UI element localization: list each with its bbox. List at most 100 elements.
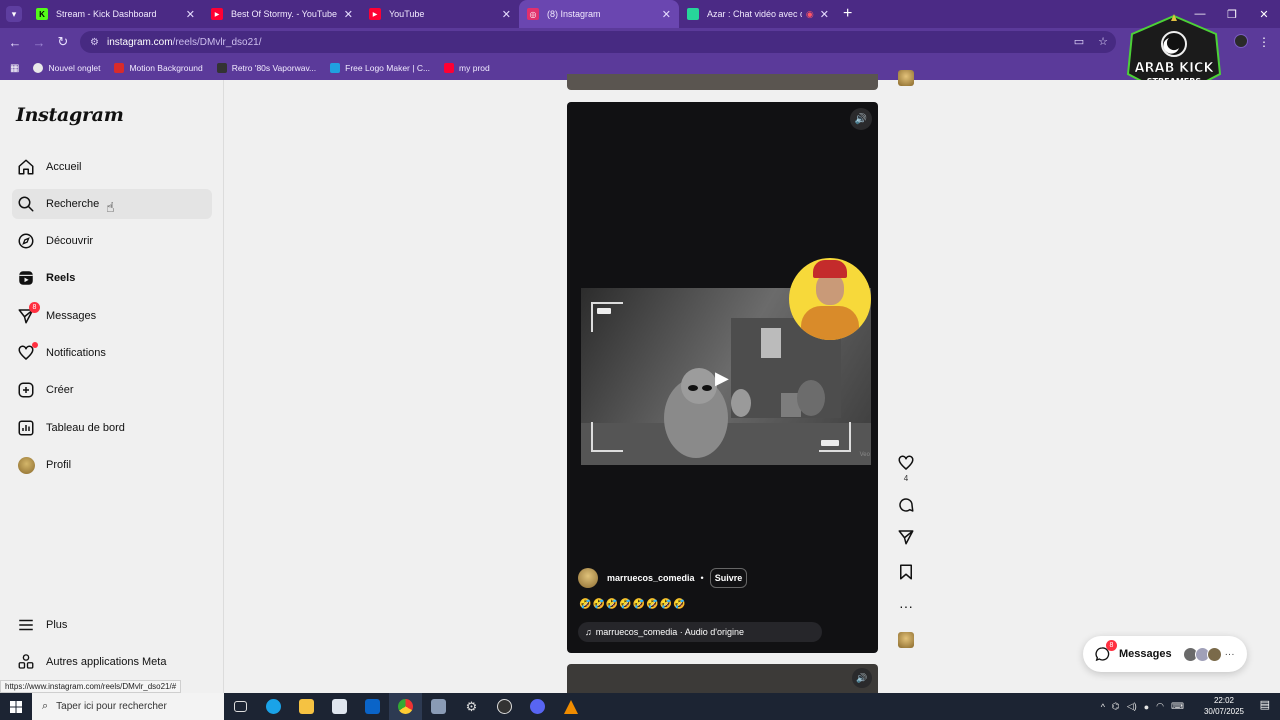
instagram-logo[interactable]: Instagram — [16, 104, 124, 126]
profile-avatar[interactable] — [1234, 34, 1248, 48]
file-explorer-icon[interactable] — [290, 693, 323, 720]
task-view-icon[interactable] — [224, 693, 257, 720]
bookmark-nouvel-onglet[interactable]: Nouvel onglet — [33, 63, 100, 73]
heart-icon — [16, 342, 38, 363]
reels-icon — [16, 268, 36, 288]
sidebar-item-notifications[interactable]: Notifications — [12, 338, 212, 368]
browser-menu-icon[interactable]: ⋮ — [1258, 35, 1270, 49]
new-tab-button[interactable]: + — [843, 5, 852, 23]
like-button[interactable]: 4 — [894, 454, 918, 483]
store-icon[interactable] — [323, 693, 356, 720]
close-icon[interactable]: ✕ — [344, 8, 353, 21]
sidebar-item-profil[interactable]: Profil — [12, 450, 212, 480]
camera-frame-corner — [591, 302, 623, 332]
close-window-icon[interactable]: ✕ — [1248, 8, 1280, 21]
sidebar-item-label: Plus — [46, 619, 68, 631]
language-icon[interactable]: ⌨ — [1171, 701, 1184, 712]
author-username[interactable]: marruecos_comedia — [607, 573, 695, 583]
follow-button[interactable]: Suivre — [709, 568, 748, 588]
save-button[interactable] — [894, 563, 918, 581]
sidebar-item-plus[interactable]: Plus — [12, 610, 212, 640]
bookmark-free-logo-maker[interactable]: Free Logo Maker | C... — [330, 63, 430, 73]
microphone-icon[interactable]: ● — [1144, 702, 1149, 712]
logo-text-top: ARAB KICK — [1134, 61, 1214, 76]
speaker-icon[interactable]: ◁) — [1127, 701, 1137, 712]
tab-label: Azar : Chat vidéo avec de n — [707, 9, 802, 19]
more-options-icon[interactable]: ··· — [894, 596, 918, 616]
sidebar-item-decouvrir[interactable]: Découvrir — [12, 226, 212, 256]
sidebar-item-tableau-de-bord[interactable]: Tableau de bord — [12, 413, 212, 443]
tab-best-of-stormy[interactable]: ▶ Best Of Stormy. - YouTube ✕ — [203, 0, 361, 28]
reaction-face-overlay — [789, 258, 871, 340]
sidebar-item-creer[interactable]: Créer — [12, 375, 212, 405]
share-icon — [898, 530, 914, 545]
previous-reel-preview[interactable] — [567, 74, 878, 90]
windows-start-button[interactable] — [0, 693, 32, 720]
sidebar-item-accueil[interactable]: Accueil — [12, 152, 212, 182]
clock[interactable]: 22:02 30/07/2025 — [1204, 695, 1244, 717]
discord-icon[interactable] — [521, 693, 554, 720]
tab-label: Best Of Stormy. - YouTube — [231, 9, 338, 19]
tab-instagram[interactable]: ◎ (8) Instagram ✕ — [519, 0, 679, 28]
home-icon — [16, 157, 36, 177]
obs-icon[interactable] — [488, 693, 521, 720]
photos-icon[interactable] — [422, 693, 455, 720]
chrome-icon[interactable] — [389, 693, 422, 720]
share-button[interactable] — [894, 528, 918, 546]
tab-youtube[interactable]: ▶ YouTube ✕ — [361, 0, 519, 28]
tab-kick-dashboard[interactable]: K Stream - Kick Dashboard ✕ — [28, 0, 203, 28]
wifi-icon[interactable]: ◠ — [1156, 701, 1164, 712]
tab-azar[interactable]: Azar : Chat vidéo avec de n ◉ ✕ — [679, 0, 837, 28]
retro-icon — [216, 63, 227, 73]
bookmark-label: Nouvel onglet — [48, 63, 101, 73]
bookmark-motion-background[interactable]: Motion Background — [114, 63, 203, 73]
sidebar-item-label: Recherche — [46, 198, 100, 210]
bookmark-star-icon[interactable]: ☆ — [1098, 35, 1108, 48]
taskbar-search-input[interactable]: ⌕ Taper ici pour rechercher — [32, 693, 224, 720]
outlook-icon[interactable] — [356, 693, 389, 720]
motion-icon — [114, 63, 125, 73]
apps-grid-icon[interactable]: ▦ — [10, 63, 19, 74]
address-bar[interactable]: ⚙ instagram.com/reels/DMvlr_dso21/ ▭ ☆ — [80, 31, 1116, 53]
battery-icon — [821, 440, 839, 446]
forward-icon[interactable]: → — [27, 35, 51, 50]
youtube-icon — [444, 63, 455, 73]
top-reel-avatar[interactable] — [894, 70, 918, 86]
system-tray: ^ ⌬ ◁) ● ◠ ⌨ — [1101, 693, 1184, 720]
audio-thumbnail[interactable] — [894, 632, 918, 648]
vlc-icon[interactable] — [554, 693, 587, 720]
azar-icon — [687, 8, 699, 20]
close-icon[interactable]: ✕ — [662, 8, 671, 21]
close-icon[interactable]: ✕ — [820, 8, 829, 21]
volume-icon[interactable]: 🔊 — [850, 108, 872, 130]
network-icon[interactable]: ⌬ — [1112, 701, 1120, 712]
notification-center-icon[interactable]: ▤ — [1260, 698, 1270, 711]
messages-pill[interactable]: 8 Messages ··· — [1083, 636, 1247, 672]
sidebar-item-reels[interactable]: Reels — [12, 263, 212, 293]
volume-icon[interactable]: 🔊 — [852, 668, 872, 688]
cast-icon[interactable]: ▭ — [1074, 35, 1084, 48]
sidebar-item-meta-apps[interactable]: Autres applications Meta — [12, 647, 212, 677]
more-icon: ··· — [1224, 648, 1235, 660]
reload-icon[interactable]: ↻ — [51, 34, 75, 50]
next-reel-preview[interactable]: 🔊 — [567, 664, 878, 693]
url-host: instagram.com — [106, 36, 173, 48]
tab-search-button[interactable]: ▾ — [6, 6, 22, 22]
close-icon[interactable]: ✕ — [186, 8, 195, 21]
close-icon[interactable]: ✕ — [502, 8, 511, 21]
reel-audio[interactable]: ♫ marruecos_comedia · Audio d'origine — [578, 622, 822, 642]
bookmark-my-prod[interactable]: my prod — [444, 63, 490, 73]
avatar — [16, 455, 36, 475]
bookmark-label: Free Logo Maker | C... — [345, 63, 431, 73]
reel-video[interactable]: 🔊 ▶ Veo marruecos_comedia • Suivre 🤣🤣🤣🤣🤣… — [567, 102, 878, 653]
author-avatar[interactable] — [578, 568, 598, 588]
chevron-up-icon[interactable]: ^ — [1101, 702, 1105, 712]
play-icon[interactable]: ▶ — [715, 368, 729, 389]
site-info-icon[interactable]: ⚙ — [90, 37, 99, 48]
sidebar-item-messages[interactable]: 8 Messages — [12, 301, 212, 331]
edge-icon[interactable] — [257, 693, 290, 720]
bookmark-retro-vaporwave[interactable]: Retro '80s Vaporwav... — [216, 63, 316, 73]
comment-button[interactable] — [894, 496, 918, 514]
settings-icon[interactable]: ⚙ — [455, 693, 488, 720]
back-icon[interactable]: ← — [3, 35, 27, 50]
